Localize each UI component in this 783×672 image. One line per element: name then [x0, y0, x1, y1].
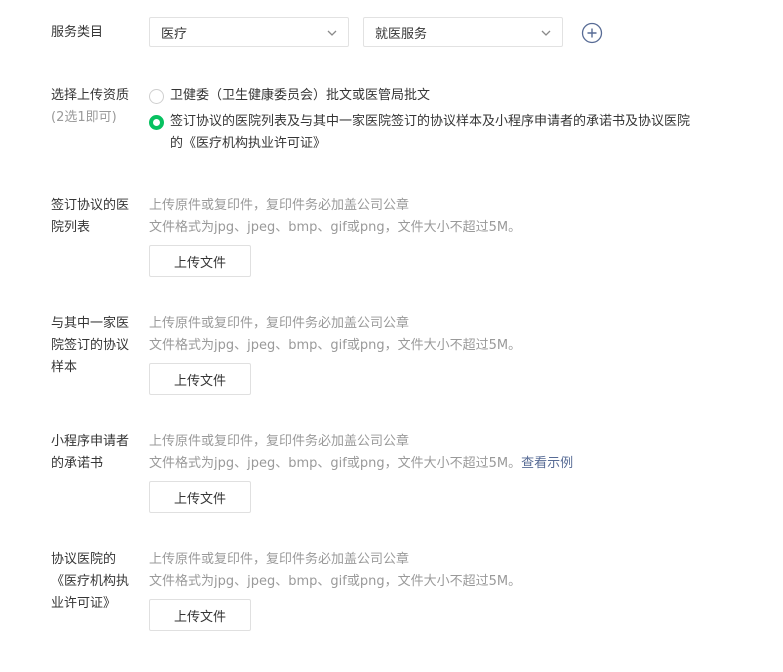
upload-hint-original: 上传原件或复印件，复印件务必加盖公司公章: [149, 552, 410, 567]
qualification-option-2-label: 签订协议的医院列表及与其中一家医院签订的协议样本及小程序申请者的承诺书及协议医院…: [170, 114, 691, 151]
upload-hint-format: 文件格式为jpg、jpeg、bmp、gif或png，文件大小不超过5M。: [149, 571, 521, 593]
qualification-label: 选择上传资质 (2选1即可): [51, 85, 146, 129]
upload-hint-format-text: 文件格式为jpg、jpeg、bmp、gif或png，文件大小不超过5M。: [149, 220, 522, 235]
chevron-down-icon: [327, 30, 337, 36]
upload-hint-original: 上传原件或复印件，复印件务必加盖公司公章: [149, 434, 410, 449]
upload-button-hospital-list[interactable]: 上传文件: [149, 245, 251, 277]
upload-hint-format: 文件格式为jpg、jpeg、bmp、gif或png，文件大小不超过5M。: [149, 335, 521, 357]
upload-hint-format: 文件格式为jpg、jpeg、bmp、gif或png，文件大小不超过5M。: [149, 217, 521, 239]
upload-button-commitment-letter[interactable]: 上传文件: [149, 481, 251, 513]
upload-hint-format-text: 文件格式为jpg、jpeg、bmp、gif或png，文件大小不超过5M。: [149, 456, 522, 471]
category-select-secondary[interactable]: 就医服务: [363, 17, 563, 47]
qualification-option-1[interactable]: 卫健委（卫生健康委员会）批文或医管局批文: [149, 85, 690, 107]
qualification-label-text: 选择上传资质: [51, 88, 130, 103]
upload-hint-original: 上传原件或复印件，复印件务必加盖公司公章: [149, 198, 410, 213]
upload-label-hospital-list: 签订协议的医院列表: [51, 198, 130, 235]
radio-checked[interactable]: [149, 115, 164, 130]
upload-hint-format: 文件格式为jpg、jpeg、bmp、gif或png，文件大小不超过5M。查看示例: [149, 453, 573, 475]
add-category-icon[interactable]: [581, 22, 603, 44]
service-category-label: 服务类目: [51, 25, 104, 40]
upload-button-medical-license[interactable]: 上传文件: [149, 599, 251, 631]
upload-hint-original: 上传原件或复印件，复印件务必加盖公司公章: [149, 316, 410, 331]
upload-hint-format-text: 文件格式为jpg、jpeg、bmp、gif或png，文件大小不超过5M。: [149, 338, 522, 353]
upload-button-agreement-sample[interactable]: 上传文件: [149, 363, 251, 395]
radio-unchecked[interactable]: [149, 89, 164, 104]
view-example-link[interactable]: 查看示例: [521, 456, 573, 471]
upload-label-commitment-letter: 小程序申请者的承诺书: [51, 434, 130, 471]
category-select-secondary-value: 就医服务: [375, 26, 428, 42]
category-select-primary-value: 医疗: [161, 26, 188, 42]
qualification-sublabel: (2选1即可): [51, 110, 117, 125]
upload-label-medical-license: 协议医院的《医疗机构执业许可证》: [51, 552, 130, 611]
category-select-primary[interactable]: 医疗: [149, 17, 349, 47]
qualification-option-2[interactable]: 签订协议的医院列表及与其中一家医院签订的协议样本及小程序申请者的承诺书及协议医院…: [149, 111, 690, 155]
chevron-down-icon: [541, 30, 551, 36]
qualification-option-1-label: 卫健委（卫生健康委员会）批文或医管局批文: [170, 88, 431, 103]
upload-hint-format-text: 文件格式为jpg、jpeg、bmp、gif或png，文件大小不超过5M。: [149, 574, 522, 589]
upload-label-agreement-sample: 与其中一家医院签订的协议样本: [51, 316, 130, 375]
